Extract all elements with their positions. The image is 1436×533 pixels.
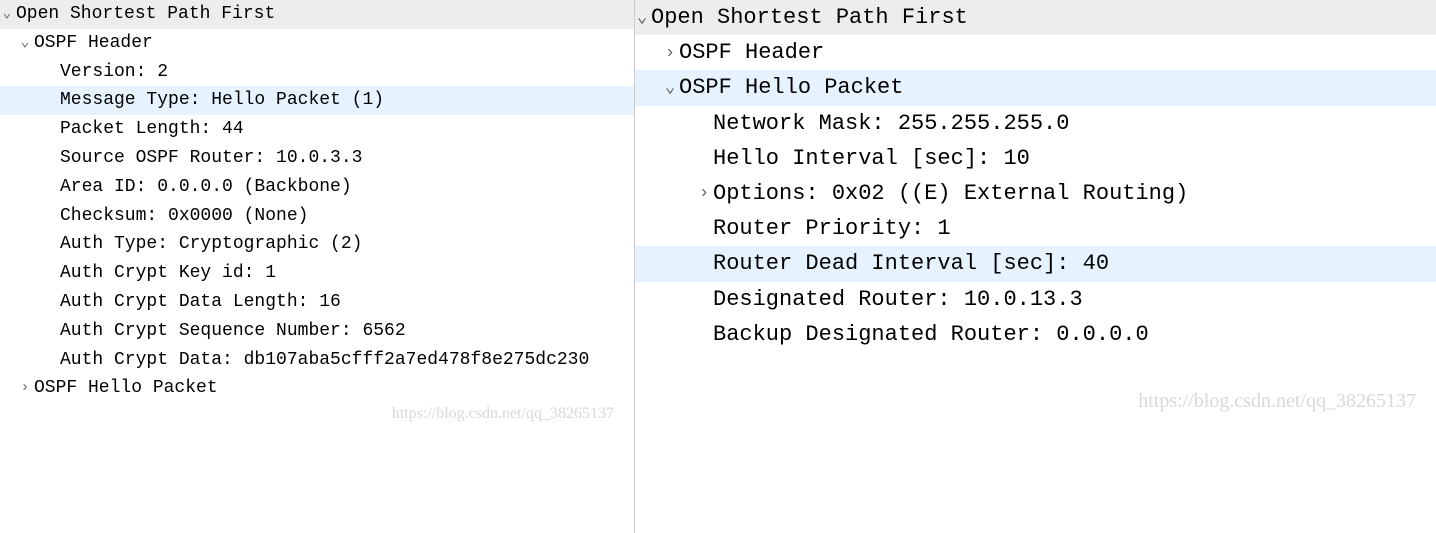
tree-row-auth-type[interactable]: · Auth Type: Cryptographic (2) [0, 230, 634, 259]
field-message-type: Message Type: Hello Packet (1) [58, 86, 384, 115]
tree-row-checksum[interactable]: · Checksum: 0x0000 (None) [0, 202, 634, 231]
field-auth-data: Auth Crypt Data: db107aba5cfff2a7ed478f8… [58, 346, 589, 375]
ospf-hello-label: OSPF Hello Packet [677, 70, 903, 105]
field-options: Options: 0x02 ((E) External Routing) [711, 176, 1188, 211]
field-source-router: Source OSPF Router: 10.0.3.3 [58, 144, 362, 173]
tree-row-area-id[interactable]: · Area ID: 0.0.0.0 (Backbone) [0, 173, 634, 202]
field-auth-type: Auth Type: Cryptographic (2) [58, 230, 362, 259]
tree-row-ospf-header[interactable]: ⌄ OSPF Header [0, 29, 634, 58]
protocol-name: Open Shortest Path First [14, 0, 275, 29]
chevron-right-icon[interactable]: › [663, 39, 677, 67]
packet-details-panel-right: ⌄ Open Shortest Path First › OSPF Header… [635, 0, 1436, 533]
tree-row-netmask[interactable]: · Network Mask: 255.255.255.0 [635, 106, 1436, 141]
tree-row-root[interactable]: ⌄ Open Shortest Path First [0, 0, 634, 29]
watermark-text: https://blog.csdn.net/qq_38265137 [1138, 390, 1416, 413]
tree-row-auth-data[interactable]: · Auth Crypt Data: db107aba5cfff2a7ed478… [0, 346, 634, 375]
chevron-down-icon[interactable]: ⌄ [18, 32, 32, 55]
ospf-header-label: OSPF Header [677, 35, 824, 70]
packet-details-panel-left: ⌄ Open Shortest Path First ⌄ OSPF Header… [0, 0, 635, 533]
ospf-hello-label: OSPF Hello Packet [32, 374, 218, 403]
ospf-header-label: OSPF Header [32, 29, 153, 58]
field-hello-interval: Hello Interval [sec]: 10 [711, 141, 1030, 176]
tree-row-auth-key-id[interactable]: · Auth Crypt Key id: 1 [0, 259, 634, 288]
tree-row-source-router[interactable]: · Source OSPF Router: 10.0.3.3 [0, 144, 634, 173]
field-auth-seq: Auth Crypt Sequence Number: 6562 [58, 317, 406, 346]
tree-row-packet-length[interactable]: · Packet Length: 44 [0, 115, 634, 144]
field-packet-length: Packet Length: 44 [58, 115, 244, 144]
field-router-priority: Router Priority: 1 [711, 211, 951, 246]
tree-row-ospf-hello[interactable]: ⌄ OSPF Hello Packet [635, 70, 1436, 105]
tree-row-root[interactable]: ⌄ Open Shortest Path First [635, 0, 1436, 35]
field-dead-interval: Router Dead Interval [sec]: 40 [711, 246, 1109, 281]
tree-row-ospf-hello[interactable]: › OSPF Hello Packet [0, 374, 634, 403]
field-version: Version: 2 [58, 58, 168, 87]
field-dr: Designated Router: 10.0.13.3 [711, 282, 1083, 317]
chevron-down-icon[interactable]: ⌄ [663, 74, 677, 102]
field-auth-data-length: Auth Crypt Data Length: 16 [58, 288, 341, 317]
field-area-id: Area ID: 0.0.0.0 (Backbone) [58, 173, 352, 202]
protocol-name: Open Shortest Path First [649, 0, 968, 35]
tree-row-router-priority[interactable]: · Router Priority: 1 [635, 211, 1436, 246]
tree-row-message-type[interactable]: · Message Type: Hello Packet (1) [0, 86, 634, 115]
tree-row-hello-interval[interactable]: · Hello Interval [sec]: 10 [635, 141, 1436, 176]
tree-row-dead-interval[interactable]: · Router Dead Interval [sec]: 40 [635, 246, 1436, 281]
tree-row-dr[interactable]: · Designated Router: 10.0.13.3 [635, 282, 1436, 317]
chevron-down-icon[interactable]: ⌄ [635, 4, 649, 32]
tree-row-auth-data-length[interactable]: · Auth Crypt Data Length: 16 [0, 288, 634, 317]
watermark-text: https://blog.csdn.net/qq_38265137 [392, 405, 614, 423]
field-auth-key-id: Auth Crypt Key id: 1 [58, 259, 276, 288]
tree-row-auth-seq[interactable]: · Auth Crypt Sequence Number: 6562 [0, 317, 634, 346]
field-bdr: Backup Designated Router: 0.0.0.0 [711, 317, 1149, 352]
chevron-down-icon[interactable]: ⌄ [0, 3, 14, 26]
tree-row-ospf-header[interactable]: › OSPF Header [635, 35, 1436, 70]
tree-row-options[interactable]: › Options: 0x02 ((E) External Routing) [635, 176, 1436, 211]
tree-row-bdr[interactable]: · Backup Designated Router: 0.0.0.0 [635, 317, 1436, 352]
field-netmask: Network Mask: 255.255.255.0 [711, 106, 1069, 141]
chevron-right-icon[interactable]: › [697, 179, 711, 207]
tree-row-version[interactable]: · Version: 2 [0, 58, 634, 87]
chevron-right-icon[interactable]: › [18, 377, 32, 400]
field-checksum: Checksum: 0x0000 (None) [58, 202, 308, 231]
